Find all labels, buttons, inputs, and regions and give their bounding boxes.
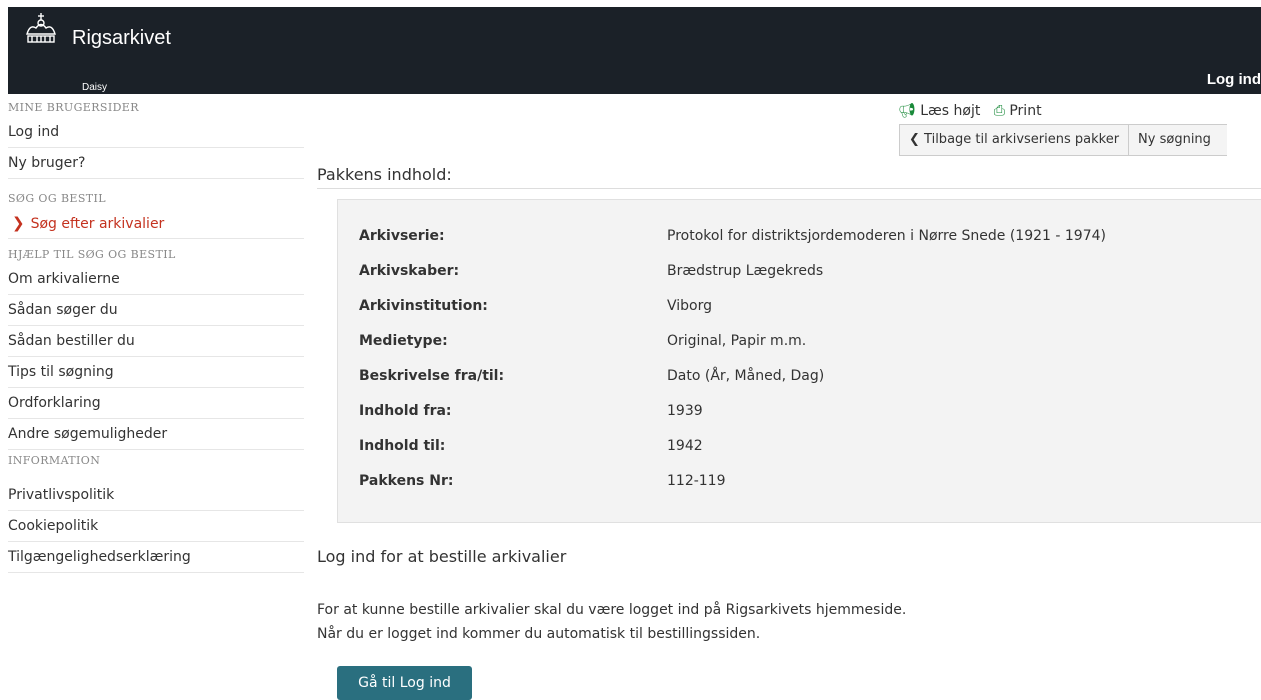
page-title: Pakkens indhold: [317,165,452,184]
print-icon: ⎙ [993,103,1005,119]
crown-logo-icon[interactable] [24,12,58,50]
print-link[interactable]: Print [1009,103,1041,119]
detail-label: Pakkens Nr: [359,473,454,489]
back-to-packages-button[interactable]: ❮ Tilbage til arkivseriens pakker [899,124,1130,156]
go-to-login-button[interactable]: Gå til Log ind [337,666,472,700]
detail-value: Viborg [667,298,713,314]
detail-label: Arkivinstitution: [359,298,488,314]
header-login-link[interactable]: Log ind [1207,71,1261,88]
megaphone-icon: 📢︎ [898,103,916,119]
detail-value: 1942 [667,438,703,454]
sidebar-item-search-tips[interactable]: Tips til søgning [8,357,304,388]
sidebar: MINE BRUGERSIDER Log ind Ny bruger? SØG … [8,94,304,573]
detail-label: Medietype: [359,333,448,349]
new-search-button[interactable]: Ny søgning [1129,124,1228,156]
sidebar-item-accessibility[interactable]: Tilgængelighedserklæring [8,542,304,573]
section-heading-search: SØG OG BESTIL [8,192,106,205]
brand-subtitle: Daisy [82,82,108,93]
detail-value: 112-119 [667,473,726,489]
navigation-buttons: ❮ Tilbage til arkivseriens pakker Ny søg… [899,124,1228,156]
detail-value: 1939 [667,403,703,419]
sidebar-item-new-user[interactable]: Ny bruger? [8,148,304,179]
sidebar-item-how-to-search[interactable]: Sådan søger du [8,295,304,326]
sidebar-item-glossary[interactable]: Ordforklaring [8,388,304,419]
section-heading-information: INFORMATION [8,454,101,467]
detail-value: Protokol for distriktsjordemoderen i Nør… [667,228,1106,244]
sidebar-item-label: Søg efter arkivalier [30,216,165,232]
page-tools: 📢︎ Læs højt ⎙ Print [898,103,1042,119]
detail-label: Indhold til: [359,438,446,454]
top-bar: Rigsarkivet Daisy Log ind [8,7,1261,94]
login-text: For at kunne bestille arkivalier skal du… [317,598,906,646]
sidebar-item-cookies[interactable]: Cookiepolitik [8,511,304,542]
detail-value: Dato (År, Måned, Dag) [667,368,825,384]
detail-label: Arkivserie: [359,228,445,244]
divider [317,188,1261,189]
detail-label: Arkivskaber: [359,263,460,279]
package-details: Arkivserie: Protokol for distriktsjordemo… [337,199,1261,523]
sidebar-item-search-archives[interactable]: ❯ Søg efter arkivalier [8,208,304,239]
back-button-label: Tilbage til arkivseriens pakker [924,132,1120,147]
sidebar-item-how-to-order[interactable]: Sådan bestiller du [8,326,304,357]
sidebar-item-about-archives[interactable]: Om arkivalierne [8,264,304,295]
section-heading-my-pages: MINE BRUGERSIDER [8,101,139,114]
read-aloud-link[interactable]: Læs højt [920,103,980,119]
sidebar-item-login[interactable]: Log ind [8,117,304,148]
login-text-line: For at kunne bestille arkivalier skal du… [317,602,907,618]
login-heading: Log ind for at bestille arkivalier [317,547,567,566]
detail-value: Original, Papir m.m. [667,333,807,349]
detail-label: Indhold fra: [359,403,452,419]
sidebar-item-other-search[interactable]: Andre søgemuligheder [8,419,304,450]
login-text-line: Når du er logget ind kommer du automatis… [317,626,761,642]
detail-value: Brædstrup Lægekreds [667,263,824,279]
chevron-right-icon: ❯ [12,214,25,232]
sidebar-item-privacy[interactable]: Privatlivspolitik [8,480,304,511]
detail-label: Beskrivelse fra/til: [359,368,505,384]
chevron-left-icon: ❮ [909,132,920,147]
brand-name[interactable]: Rigsarkivet [72,27,171,50]
section-heading-help: HJÆLP TIL SØG OG BESTIL [8,248,176,261]
